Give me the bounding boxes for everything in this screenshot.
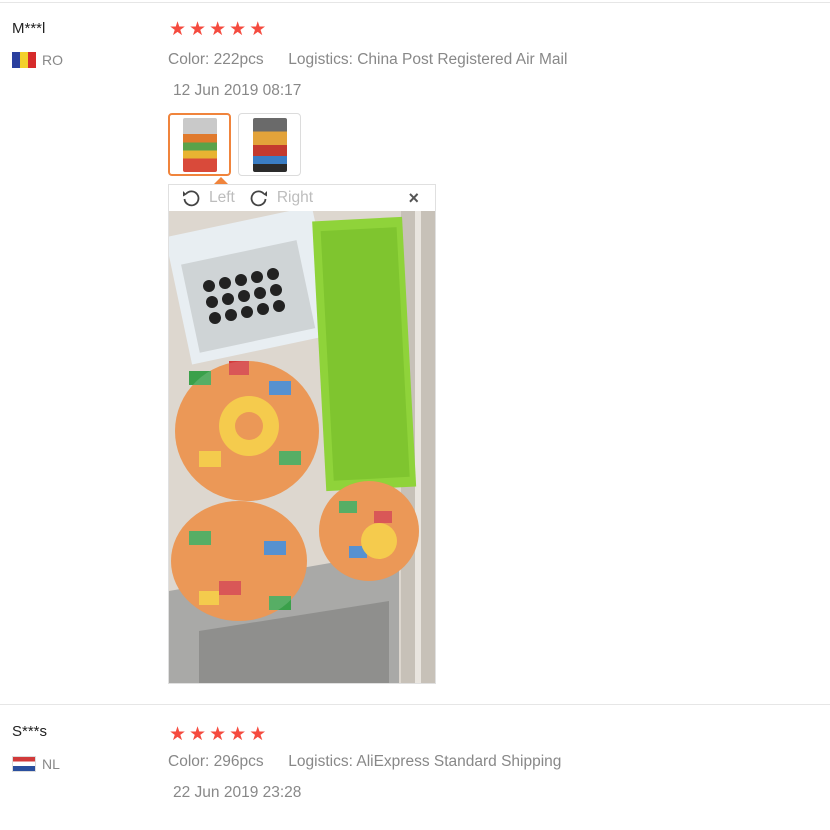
review-item: M***l RO ★ ★ ★ ★ ★ Color: 222pcs Logisti…	[0, 0, 830, 700]
reviewer-name: M***l	[12, 20, 46, 37]
star-icon: ★	[169, 724, 187, 745]
rotate-left-button[interactable]: Left	[181, 188, 235, 208]
review-photo	[169, 211, 435, 683]
photo-thumbnail[interactable]	[168, 113, 231, 176]
review-date: 22 Jun 2019 23:28	[173, 784, 302, 801]
photo-thumbnail[interactable]	[238, 113, 301, 176]
star-rating: ★ ★ ★ ★ ★	[169, 20, 266, 39]
logistics-value: AliExpress Standard Shipping	[356, 753, 562, 770]
star-rating: ★ ★ ★ ★ ★	[169, 725, 266, 744]
rotate-right-label: Right	[276, 189, 314, 206]
flag-icon	[12, 756, 36, 772]
star-icon: ★	[249, 19, 267, 40]
close-icon[interactable]: ×	[408, 188, 419, 209]
rotate-left-icon	[183, 190, 200, 207]
star-icon: ★	[229, 724, 247, 745]
flag-icon	[12, 52, 36, 68]
star-icon: ★	[209, 19, 227, 40]
star-icon: ★	[229, 19, 247, 40]
color-value: 222pcs	[213, 51, 264, 68]
viewer-toolbar: Left Right ×	[169, 185, 435, 211]
country-code: RO	[42, 52, 63, 68]
review-item: S***s NL ★ ★ ★ ★ ★ Color: 296pcs Logisti…	[0, 705, 830, 830]
star-icon: ★	[169, 19, 187, 40]
star-icon: ★	[189, 19, 207, 40]
order-info: Color: 222pcs Logistics: China Post Regi…	[168, 51, 567, 69]
star-icon: ★	[209, 724, 227, 745]
rotate-right-icon	[250, 190, 267, 207]
rotate-right-button[interactable]: Right	[249, 188, 313, 208]
reviewer-country: RO	[12, 52, 63, 68]
star-icon: ★	[249, 724, 267, 745]
color-label: Color:	[168, 753, 210, 770]
reviewer-country: NL	[12, 756, 60, 772]
color-label: Color:	[168, 51, 210, 68]
logistics-value: China Post Registered Air Mail	[357, 51, 568, 68]
review-date: 12 Jun 2019 08:17	[173, 82, 302, 99]
photo-thumbnails	[168, 113, 301, 176]
selected-thumbnail-caret	[214, 177, 228, 184]
thumbnail-image	[252, 117, 287, 172]
order-info: Color: 296pcs Logistics: AliExpress Stan…	[168, 753, 561, 771]
thumbnail-image	[182, 117, 217, 172]
rotate-left-label: Left	[209, 189, 235, 206]
country-code: NL	[42, 756, 60, 772]
star-icon: ★	[189, 724, 207, 745]
photo-viewer: Left Right ×	[168, 184, 436, 684]
reviewer-name: S***s	[12, 723, 48, 740]
logistics-label: Logistics:	[288, 51, 353, 68]
logistics-label: Logistics:	[288, 753, 353, 770]
review-photo-image	[169, 211, 435, 683]
color-value: 296pcs	[213, 753, 264, 770]
